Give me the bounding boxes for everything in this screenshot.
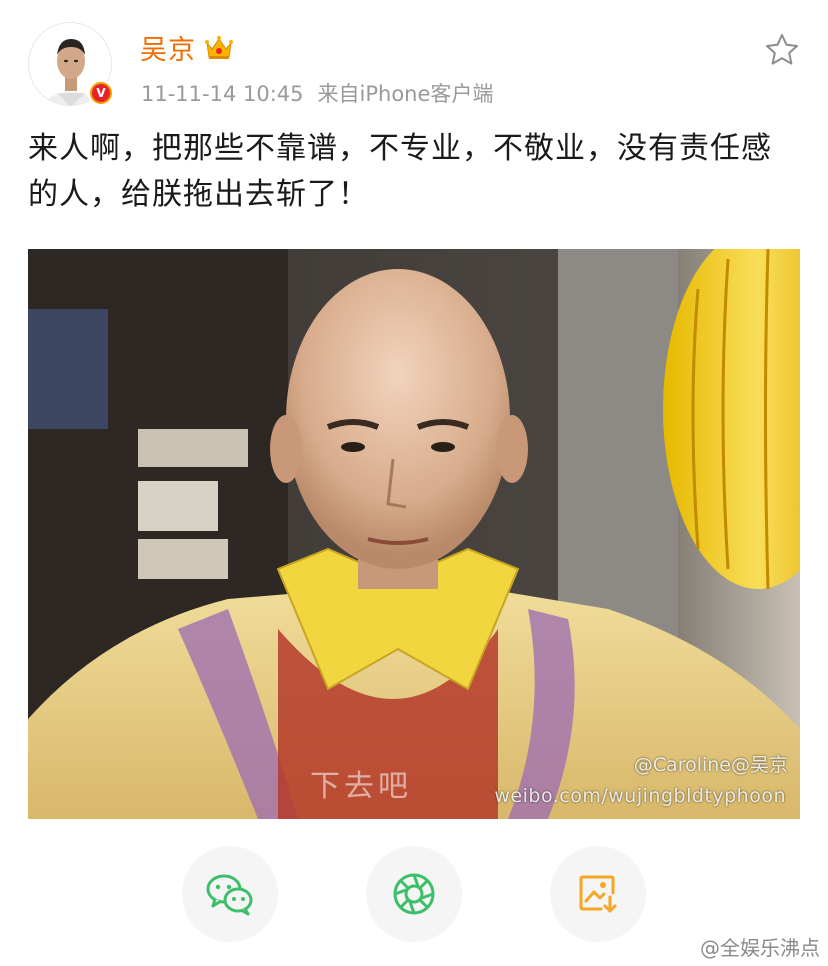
verified-badge-letter: V xyxy=(92,84,110,102)
post-text: 来人啊，把那些不靠谱，不专业，不敬业，没有责任感的人，给朕拖出去斩了！ xyxy=(28,131,772,212)
post-image[interactable]: 下去吧 @Caroline@吴京 weibo.com/wujingbldtyph… xyxy=(28,249,800,819)
username-row: 吴京 xyxy=(140,28,234,67)
post-timestamp: 11-11-14 10:45 xyxy=(141,82,304,106)
star-icon[interactable] xyxy=(764,32,800,68)
image-watermark-user: @Caroline@吴京 xyxy=(633,754,788,776)
moments-icon xyxy=(393,873,435,915)
share-moments-button[interactable] xyxy=(366,846,462,942)
image-watermark-url: weibo.com/wujingbldtyphoon xyxy=(494,785,786,807)
share-wechat-button[interactable] xyxy=(182,846,278,942)
image-subtitle-fragment: 下去吧 xyxy=(310,769,412,804)
post-meta: 11-11-14 10:45 来自iPhone客户端 xyxy=(141,78,493,108)
avatar-wrap[interactable]: V xyxy=(28,22,114,106)
save-image-icon xyxy=(579,875,617,913)
wechat-icon xyxy=(206,874,253,916)
save-image-button[interactable] xyxy=(550,846,646,942)
verified-badge-icon: V xyxy=(88,80,114,106)
footer-watermark: @全娱乐沸点 xyxy=(700,936,820,960)
crown-icon xyxy=(205,35,233,59)
post-source: 来自iPhone客户端 xyxy=(317,82,494,106)
username[interactable]: 吴京 xyxy=(140,28,196,67)
